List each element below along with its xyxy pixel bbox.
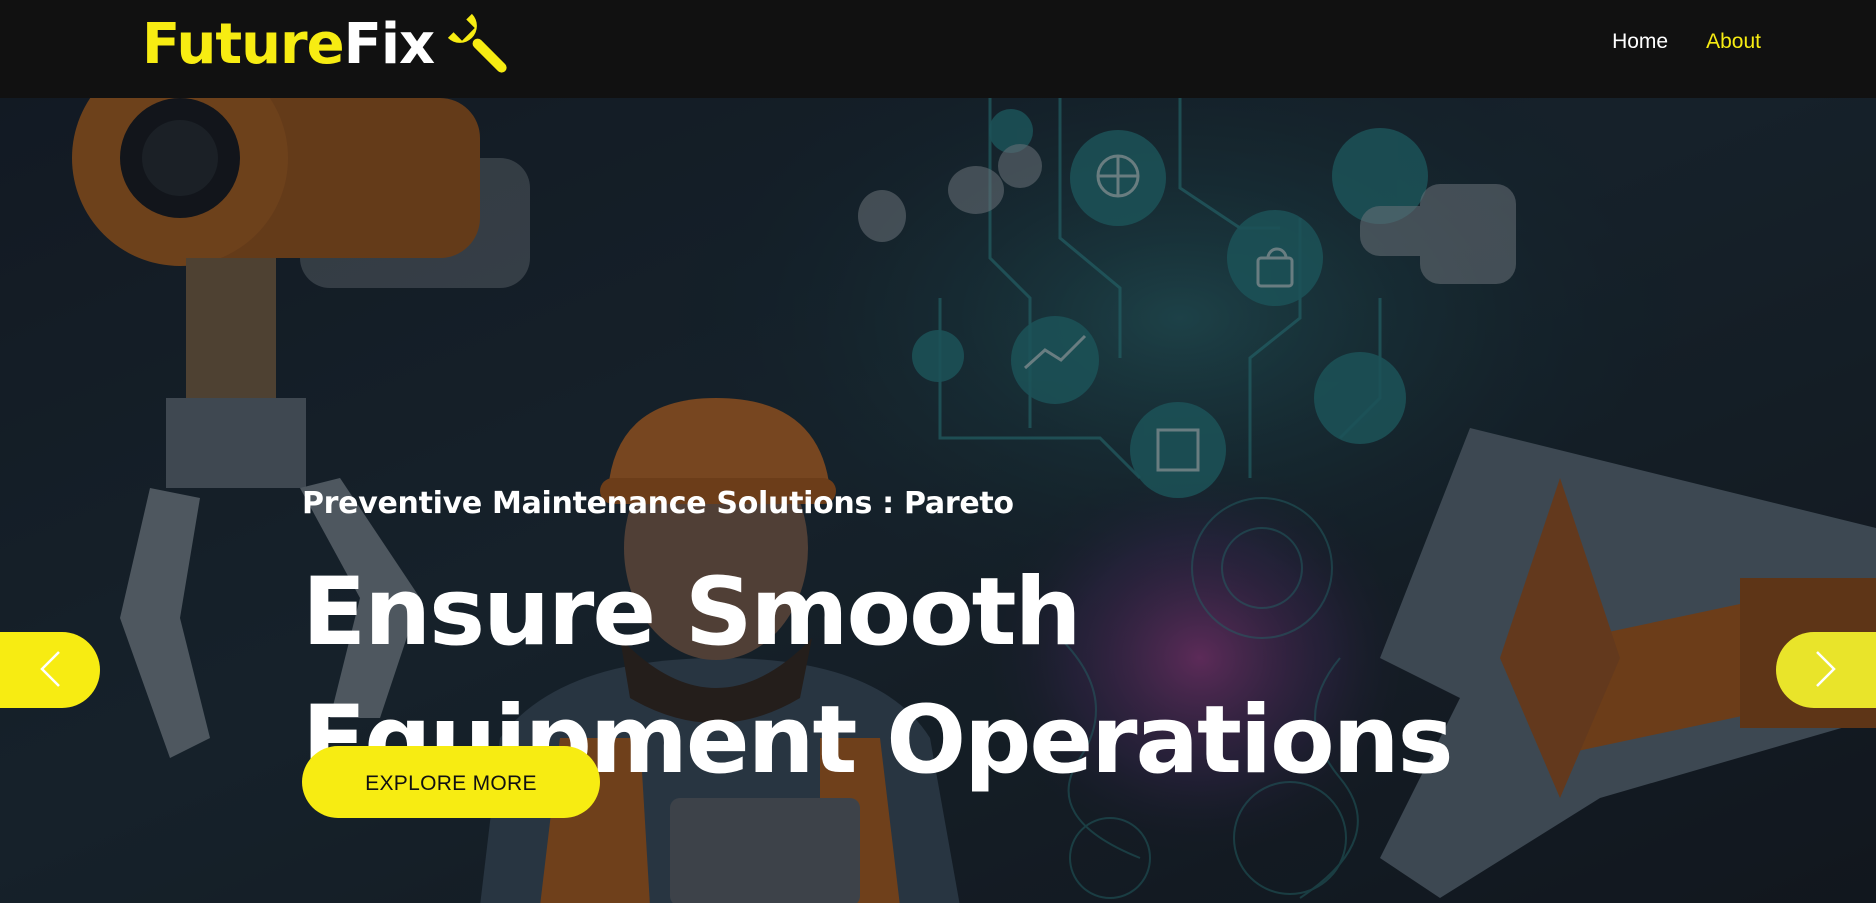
brand-logo[interactable]: Future Fix bbox=[142, 10, 514, 80]
hero-headline-line1: Ensure Smooth bbox=[302, 558, 1081, 667]
nav-links: Home About bbox=[1612, 30, 1761, 54]
nav-link-about[interactable]: About bbox=[1706, 30, 1761, 54]
brand-name-part1: Future bbox=[142, 12, 345, 77]
hero-subtitle: Preventive Maintenance Solutions : Paret… bbox=[302, 486, 1014, 521]
carousel-next-button[interactable] bbox=[1776, 632, 1876, 708]
chevron-left-icon bbox=[37, 649, 63, 692]
wrench-icon bbox=[444, 10, 514, 80]
navbar: Future Fix Home About bbox=[0, 0, 1876, 98]
hero-carousel: Preventive Maintenance Solutions : Paret… bbox=[0, 98, 1876, 906]
chevron-right-icon bbox=[1813, 649, 1839, 692]
nav-link-home[interactable]: Home bbox=[1612, 30, 1668, 54]
brand-name-part2: Fix bbox=[343, 12, 436, 77]
carousel-prev-button[interactable] bbox=[0, 632, 100, 708]
explore-more-button[interactable]: EXPLORE MORE bbox=[302, 746, 600, 818]
